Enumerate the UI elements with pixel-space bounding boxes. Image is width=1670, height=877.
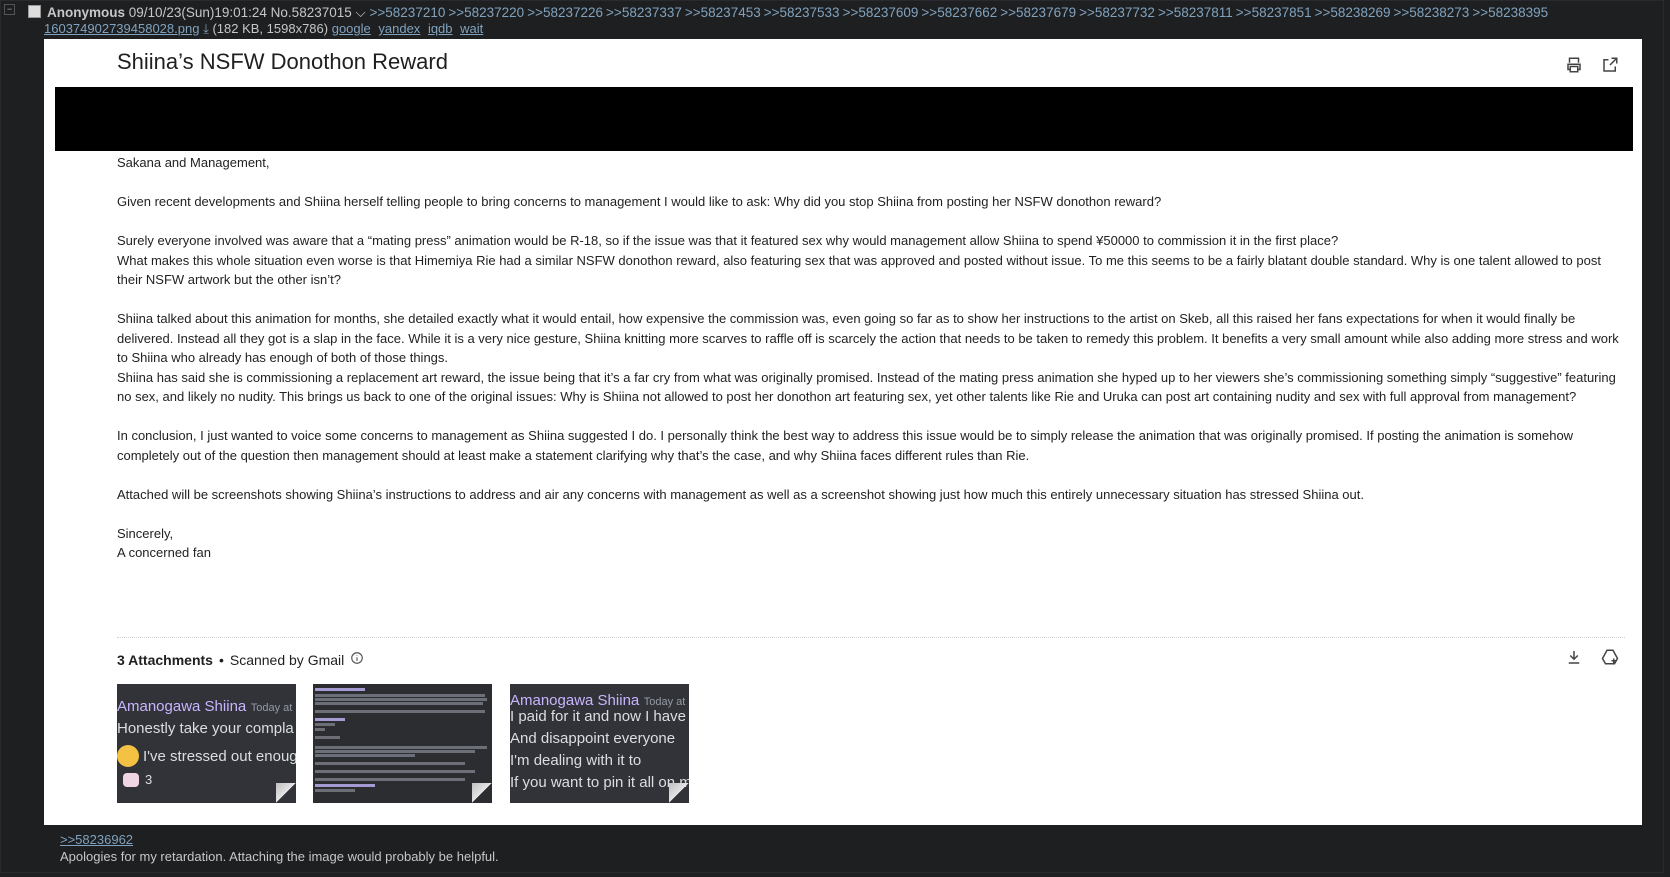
file-name-link[interactable]: 1603749027394580​28.png [44,21,199,36]
attachments-header: 3 Attachments • Scanned by Gmail [117,651,364,668]
discord-message-line: If you want to pin it all on me [510,774,689,791]
post-header: Anonymous 09/10/23(Sun)19:01:24 No.58237… [28,5,1658,21]
signature: A concerned fan [117,545,211,560]
body-paragraph: What makes this whole situation even wor… [117,252,1601,288]
download-icon[interactable]: ⤓ [203,21,209,36]
backlink[interactable]: >>58238269 [1315,5,1391,20]
attachment-thumbnail[interactable]: Amanogawa Shiina Today at Honestly take … [117,684,296,803]
hide-post-toggle[interactable]: − [4,4,15,15]
page-fold-icon [276,783,296,803]
discord-username: Amanogawa Shiina [117,698,247,715]
scanned-by-gmail-label: Scanned by Gmail [229,651,345,668]
discord-message-line: I'm dealing with it to [510,752,642,769]
backlink[interactable]: >>58237662 [921,5,997,20]
discord-timestamp: Today at 1:44 [643,696,689,708]
body-paragraph: Shiina has said she is commissioning a r… [117,369,1616,405]
backlink[interactable]: >>58237851 [1236,5,1312,20]
attachment-thumbnail[interactable] [313,684,492,803]
post-menu-chevron-icon[interactable]: ⌵ [356,5,366,20]
download-all-icon[interactable] [1564,647,1584,667]
body-paragraph: Shiina talked about this animation for m… [117,311,1619,365]
backlink[interactable]: >>58237811 [1158,5,1233,20]
discord-message-line: Honestly take your compla [117,720,294,737]
attachments-divider [117,637,1625,638]
backlink[interactable]: >>58238395 [1472,5,1548,20]
file-info: 1603749027394580​28.png ⤓ (182 KB, 1598x… [44,21,487,37]
backlinks: >>58237210 >>58237220 >>58237226 >>58237337… [370,5,1552,20]
backlink[interactable]: >>58237533 [764,5,840,20]
backlink[interactable]: >>58237220 [448,5,524,20]
body-paragraph: Surely everyone involved was aware that … [117,233,1339,248]
page-fold-icon [669,783,689,803]
sign-off: Sincerely, [117,525,174,541]
poster-name: Anonymous [47,5,126,20]
yandex-search-link[interactable]: yandex [378,21,420,36]
attachment-thumbnail[interactable]: Amanogawa Shiina Today at 1:44 I paid fo… [510,684,689,803]
post-number[interactable]: No.58237015 [271,5,352,20]
email-body: Sakana and Management, Given recent deve… [117,153,1627,563]
attachments-count: 3 Attachments [117,651,213,668]
post-comment: >>58236962 Apologies for my retardation.… [60,831,499,865]
backlink[interactable]: >>58237337 [606,5,682,20]
discord-message-line: I've stressed out enoug [143,747,296,765]
post-container: − Anonymous 09/10/23(Sun)19:01:24 No.582… [0,0,1664,873]
redaction-bar [55,87,1633,151]
emoji-icon [117,745,139,767]
open-in-new-window-icon[interactable] [1600,55,1620,75]
backlink[interactable]: >>58238273 [1393,5,1469,20]
post-datetime: 09/10/23(Sun)19:01:24 [128,5,267,20]
file-details: (182 KB, 1598x786) [212,21,329,36]
print-icon[interactable] [1564,55,1584,75]
post-select-checkbox[interactable] [28,5,41,18]
discord-message-line: I paid for it and now I have to p [510,708,689,725]
backlink[interactable]: >>58237679 [1000,5,1076,20]
reaction-count: 3 [145,772,153,787]
comment-text: Apologies for my retardation. Attaching … [60,849,499,864]
backlink[interactable]: >>58237210 [370,5,446,20]
body-paragraph: Sakana and Management, [117,155,270,170]
add-to-drive-icon[interactable] [1600,647,1620,667]
body-paragraph: Given recent developments and Shiina her… [117,194,1162,209]
backlink[interactable]: >>58237226 [527,5,603,20]
discord-username: Amanogawa Shiina [510,692,640,709]
page-fold-icon [472,783,492,803]
bullet-separator: • [218,651,224,668]
backlink[interactable]: >>58237453 [685,5,761,20]
backlink[interactable]: >>58237732 [1079,5,1155,20]
wait-search-link[interactable]: wait [460,21,483,36]
email-subject: Shiina’s NSFW Donothon Reward [117,49,448,74]
info-icon[interactable] [350,651,364,668]
attached-image-email-screenshot[interactable]: Shiina’s NSFW Donothon Reward Sakana and… [44,39,1642,825]
backlink[interactable]: >>58237609 [843,5,919,20]
google-search-link[interactable]: google [332,21,371,36]
discord-message-line: And disappoint everyone [510,730,676,747]
body-paragraph: Attached will be screenshots showing Shi… [117,486,1364,502]
iqdb-search-link[interactable]: iqdb [428,21,453,36]
discord-timestamp: Today at [250,702,293,714]
body-paragraph: In conclusion, I just wanted to voice so… [117,428,1574,463]
quote-link[interactable]: >>58236962 [60,832,133,847]
reaction-emoji-icon [123,772,139,787]
